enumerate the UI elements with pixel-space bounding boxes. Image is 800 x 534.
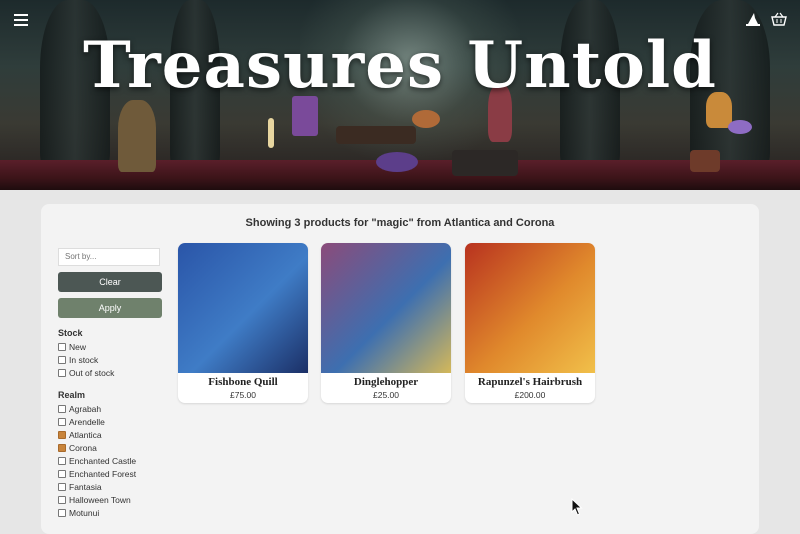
apply-button[interactable]: Apply [58,297,162,318]
stock-filter-title: Stock [58,327,83,338]
realm-option[interactable]: Fantasia [58,481,163,494]
product-image [465,243,595,373]
realm-option[interactable]: Arendelle [58,416,163,429]
stock-option[interactable]: In stock [58,354,163,367]
menu-icon[interactable] [14,12,28,26]
realm-option[interactable]: Enchanted Castle [58,455,163,468]
product-name: Fishbone Quill [208,376,278,388]
product-price: £200.00 [514,390,546,400]
wizard-hat-icon[interactable] [744,10,762,28]
realm-option-label: Fantasia [69,482,102,492]
results-heading: Showing 3 products for "magic" from Atla… [245,217,555,229]
product-name: Rapunzel's Hairbrush [477,376,583,388]
realm-option[interactable]: Atlantica [58,429,163,442]
checkbox[interactable] [58,369,66,377]
stock-option[interactable]: Out of stock [58,367,163,380]
product-price: £75.00 [230,390,256,400]
realm-filter-list: Agrabah Arendelle Atlantica Corona Enchanted… [58,403,163,520]
hero-banner: Treasures Untold [0,0,800,190]
realm-filter-title: Realm [58,389,86,400]
checkbox[interactable] [58,343,66,351]
results-card: Showing 3 products for "magic" from Atla… [41,204,759,534]
stand-illustration [690,150,720,172]
book-illustration [452,150,518,176]
basket-icon[interactable] [770,10,788,28]
candle-illustration [268,118,274,148]
checkbox[interactable] [58,509,66,517]
stock-option-label: New [69,342,87,352]
realm-option[interactable]: Halloween Town [58,494,163,507]
checkbox[interactable] [58,457,66,465]
stock-option[interactable]: New [58,341,163,354]
checkbox[interactable] [58,356,66,364]
checkbox[interactable] [58,418,66,426]
realm-option-label: Agrabah [69,404,102,414]
realm-option-label: Enchanted Forest [69,469,137,479]
gem-illustration [412,110,440,128]
jug-illustration [118,100,156,172]
checkbox[interactable] [58,405,66,413]
gem-illustration [376,152,418,172]
filter-sidebar: Clear Apply Stock New In stock Out of stoc… [58,246,163,520]
realm-option[interactable]: Motunui [58,507,163,520]
realm-option-label: Atlantica [69,430,102,440]
product-image [178,243,308,373]
realm-option[interactable]: Corona [58,442,163,455]
book-illustration [336,126,416,144]
realm-option-label: Enchanted Castle [69,456,137,466]
checkbox[interactable] [58,496,66,504]
stock-option-label: In stock [69,355,99,365]
header-actions [744,10,788,28]
stock-option-label: Out of stock [69,368,115,378]
checkbox[interactable] [58,444,66,452]
checkbox[interactable] [58,483,66,491]
stock-filter-list: New In stock Out of stock [58,341,163,380]
realm-option-label: Arendelle [69,417,105,427]
checkbox[interactable] [58,431,66,439]
realm-option-label: Corona [69,443,97,453]
sort-input[interactable] [58,247,160,266]
product-price: £25.00 [373,390,399,400]
checkbox[interactable] [58,470,66,478]
realm-option-label: Motunui [69,508,100,518]
product-card[interactable]: Fishbone Quill £75.00 [178,243,308,403]
site-title: Treasures Untold [83,28,717,103]
realm-option-label: Halloween Town [69,495,131,505]
gem-illustration [728,120,752,134]
product-card[interactable]: Dinglehopper £25.00 [321,243,451,403]
product-image [321,243,451,373]
realm-option[interactable]: Enchanted Forest [58,468,163,481]
product-name: Dinglehopper [353,376,419,388]
product-card[interactable]: Rapunzel's Hairbrush £200.00 [465,243,595,403]
clear-button[interactable]: Clear [58,271,162,292]
mouse-cursor-icon [571,497,583,521]
realm-option[interactable]: Agrabah [58,403,163,416]
